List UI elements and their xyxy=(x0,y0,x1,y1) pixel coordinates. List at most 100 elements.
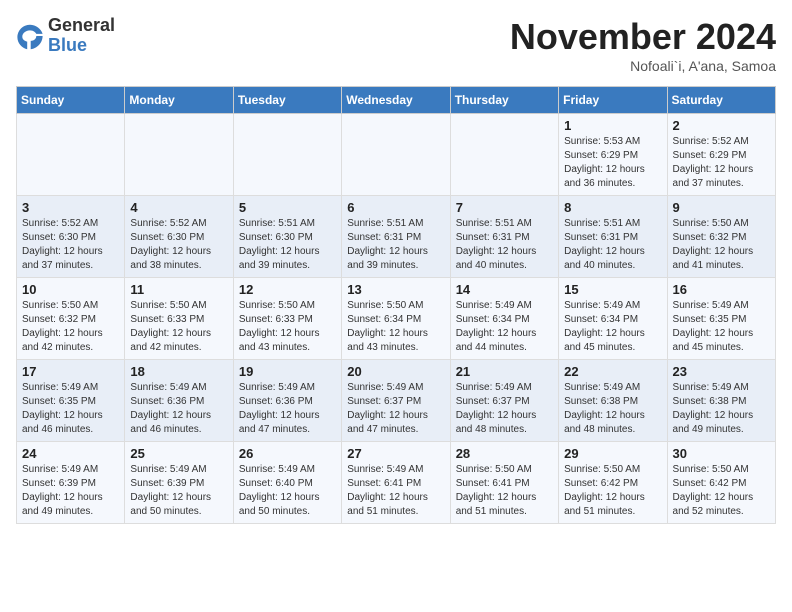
calendar-table: SundayMondayTuesdayWednesdayThursdayFrid… xyxy=(16,86,776,524)
calendar-cell: 9Sunrise: 5:50 AM Sunset: 6:32 PM Daylig… xyxy=(667,196,775,278)
calendar-cell xyxy=(17,114,125,196)
day-info: Sunrise: 5:49 AM Sunset: 6:35 PM Dayligh… xyxy=(673,299,770,355)
logo-icon xyxy=(16,22,44,50)
calendar-cell: 7Sunrise: 5:51 AM Sunset: 6:31 PM Daylig… xyxy=(450,196,558,278)
day-info: Sunrise: 5:50 AM Sunset: 6:41 PM Dayligh… xyxy=(456,463,553,519)
calendar-cell: 21 Sunrise: 5:49 AM Sunset: 6:37 PM Dayli… xyxy=(450,360,558,442)
day-number: 1 xyxy=(564,118,661,133)
calendar-cell: 5 Sunrise: 5:51 AM Sunset: 6:30 PM Daylig… xyxy=(233,196,341,278)
day-number: 2 xyxy=(673,118,770,133)
day-number: 29 xyxy=(564,446,661,461)
calendar-week-2: 3Sunrise: 5:52 AM Sunset: 6:30 PM Daylig… xyxy=(17,196,776,278)
calendar-cell: 8 Sunrise: 5:51 AM Sunset: 6:31 PM Daylig… xyxy=(559,196,667,278)
day-number: 11 xyxy=(130,282,227,297)
calendar-cell: 17 Sunrise: 5:49 AM Sunset: 6:35 PM Dayli… xyxy=(17,360,125,442)
calendar-cell: 25 Sunrise: 5:49 AM Sunset: 6:39 PM Dayli… xyxy=(125,442,233,524)
day-number: 27 xyxy=(347,446,444,461)
calendar-header: SundayMondayTuesdayWednesdayThursdayFrid… xyxy=(17,87,776,114)
calendar-cell: 15 Sunrise: 5:49 AM Sunset: 6:34 PM Dayli… xyxy=(559,278,667,360)
day-info: Sunrise: 5:51 AM Sunset: 6:31 PM Dayligh… xyxy=(564,217,661,273)
day-number: 4 xyxy=(130,200,227,215)
day-number: 25 xyxy=(130,446,227,461)
header-day-thursday: Thursday xyxy=(450,87,558,114)
calendar-cell: 20 Sunrise: 5:49 AM Sunset: 6:37 PM Dayli… xyxy=(342,360,450,442)
calendar-cell: 29 Sunrise: 5:50 AM Sunset: 6:42 PM Dayli… xyxy=(559,442,667,524)
header-day-wednesday: Wednesday xyxy=(342,87,450,114)
logo-blue: Blue xyxy=(48,36,115,56)
calendar-cell: 3Sunrise: 5:52 AM Sunset: 6:30 PM Daylig… xyxy=(17,196,125,278)
day-number: 14 xyxy=(456,282,553,297)
day-number: 24 xyxy=(22,446,119,461)
calendar-week-4: 17 Sunrise: 5:49 AM Sunset: 6:35 PM Dayli… xyxy=(17,360,776,442)
calendar-cell: 4Sunrise: 5:52 AM Sunset: 6:30 PM Daylig… xyxy=(125,196,233,278)
calendar-week-1: 1Sunrise: 5:53 AM Sunset: 6:29 PM Daylig… xyxy=(17,114,776,196)
calendar-body: 1Sunrise: 5:53 AM Sunset: 6:29 PM Daylig… xyxy=(17,114,776,524)
day-number: 20 xyxy=(347,364,444,379)
day-number: 18 xyxy=(130,364,227,379)
calendar-cell: 30 Sunrise: 5:50 AM Sunset: 6:42 PM Dayli… xyxy=(667,442,775,524)
day-info: Sunrise: 5:49 AM Sunset: 6:34 PM Dayligh… xyxy=(564,299,661,355)
day-number: 26 xyxy=(239,446,336,461)
day-info: Sunrise: 5:49 AM Sunset: 6:37 PM Dayligh… xyxy=(347,381,444,437)
calendar-cell: 14Sunrise: 5:49 AM Sunset: 6:34 PM Dayli… xyxy=(450,278,558,360)
day-number: 10 xyxy=(22,282,119,297)
day-number: 30 xyxy=(673,446,770,461)
calendar-cell: 26 Sunrise: 5:49 AM Sunset: 6:40 PM Dayli… xyxy=(233,442,341,524)
calendar-cell: 18 Sunrise: 5:49 AM Sunset: 6:36 PM Dayli… xyxy=(125,360,233,442)
logo-general: General xyxy=(48,16,115,36)
day-number: 15 xyxy=(564,282,661,297)
day-info: Sunrise: 5:49 AM Sunset: 6:40 PM Dayligh… xyxy=(239,463,336,519)
day-number: 5 xyxy=(239,200,336,215)
day-number: 23 xyxy=(673,364,770,379)
calendar-cell xyxy=(125,114,233,196)
calendar-cell xyxy=(450,114,558,196)
calendar-cell xyxy=(342,114,450,196)
day-number: 17 xyxy=(22,364,119,379)
day-info: Sunrise: 5:52 AM Sunset: 6:29 PM Dayligh… xyxy=(673,135,770,191)
day-info: Sunrise: 5:49 AM Sunset: 6:41 PM Dayligh… xyxy=(347,463,444,519)
day-info: Sunrise: 5:50 AM Sunset: 6:42 PM Dayligh… xyxy=(673,463,770,519)
day-info: Sunrise: 5:51 AM Sunset: 6:30 PM Dayligh… xyxy=(239,217,336,273)
header-row: SundayMondayTuesdayWednesdayThursdayFrid… xyxy=(17,87,776,114)
day-number: 8 xyxy=(564,200,661,215)
calendar-week-3: 10Sunrise: 5:50 AM Sunset: 6:32 PM Dayli… xyxy=(17,278,776,360)
calendar-cell: 6 Sunrise: 5:51 AM Sunset: 6:31 PM Daylig… xyxy=(342,196,450,278)
day-info: Sunrise: 5:49 AM Sunset: 6:37 PM Dayligh… xyxy=(456,381,553,437)
calendar-cell: 1Sunrise: 5:53 AM Sunset: 6:29 PM Daylig… xyxy=(559,114,667,196)
day-info: Sunrise: 5:49 AM Sunset: 6:39 PM Dayligh… xyxy=(130,463,227,519)
calendar-week-5: 24 Sunrise: 5:49 AM Sunset: 6:39 PM Dayli… xyxy=(17,442,776,524)
day-number: 3 xyxy=(22,200,119,215)
header-day-tuesday: Tuesday xyxy=(233,87,341,114)
calendar-cell: 2 Sunrise: 5:52 AM Sunset: 6:29 PM Daylig… xyxy=(667,114,775,196)
calendar-cell: 12Sunrise: 5:50 AM Sunset: 6:33 PM Dayli… xyxy=(233,278,341,360)
calendar-cell: 19Sunrise: 5:49 AM Sunset: 6:36 PM Dayli… xyxy=(233,360,341,442)
page-header: General Blue November 2024 Nofoali`i, A'… xyxy=(16,16,776,74)
day-info: Sunrise: 5:49 AM Sunset: 6:38 PM Dayligh… xyxy=(564,381,661,437)
logo: General Blue xyxy=(16,16,115,56)
day-info: Sunrise: 5:50 AM Sunset: 6:33 PM Dayligh… xyxy=(130,299,227,355)
day-info: Sunrise: 5:50 AM Sunset: 6:34 PM Dayligh… xyxy=(347,299,444,355)
day-number: 6 xyxy=(347,200,444,215)
day-info: Sunrise: 5:49 AM Sunset: 6:35 PM Dayligh… xyxy=(22,381,119,437)
calendar-cell xyxy=(233,114,341,196)
header-day-sunday: Sunday xyxy=(17,87,125,114)
day-info: Sunrise: 5:49 AM Sunset: 6:39 PM Dayligh… xyxy=(22,463,119,519)
calendar-cell: 10Sunrise: 5:50 AM Sunset: 6:32 PM Dayli… xyxy=(17,278,125,360)
day-info: Sunrise: 5:50 AM Sunset: 6:33 PM Dayligh… xyxy=(239,299,336,355)
logo-text: General Blue xyxy=(48,16,115,56)
day-info: Sunrise: 5:50 AM Sunset: 6:42 PM Dayligh… xyxy=(564,463,661,519)
day-number: 19 xyxy=(239,364,336,379)
day-info: Sunrise: 5:51 AM Sunset: 6:31 PM Dayligh… xyxy=(347,217,444,273)
calendar-cell: 13 Sunrise: 5:50 AM Sunset: 6:34 PM Dayli… xyxy=(342,278,450,360)
day-number: 22 xyxy=(564,364,661,379)
header-day-monday: Monday xyxy=(125,87,233,114)
day-number: 9 xyxy=(673,200,770,215)
day-info: Sunrise: 5:49 AM Sunset: 6:36 PM Dayligh… xyxy=(130,381,227,437)
calendar-cell: 11 Sunrise: 5:50 AM Sunset: 6:33 PM Dayli… xyxy=(125,278,233,360)
location: Nofoali`i, A'ana, Samoa xyxy=(510,58,776,74)
calendar-cell: 24 Sunrise: 5:49 AM Sunset: 6:39 PM Dayli… xyxy=(17,442,125,524)
day-number: 21 xyxy=(456,364,553,379)
title-block: November 2024 Nofoali`i, A'ana, Samoa xyxy=(510,16,776,74)
day-number: 13 xyxy=(347,282,444,297)
calendar-cell: 28Sunrise: 5:50 AM Sunset: 6:41 PM Dayli… xyxy=(450,442,558,524)
